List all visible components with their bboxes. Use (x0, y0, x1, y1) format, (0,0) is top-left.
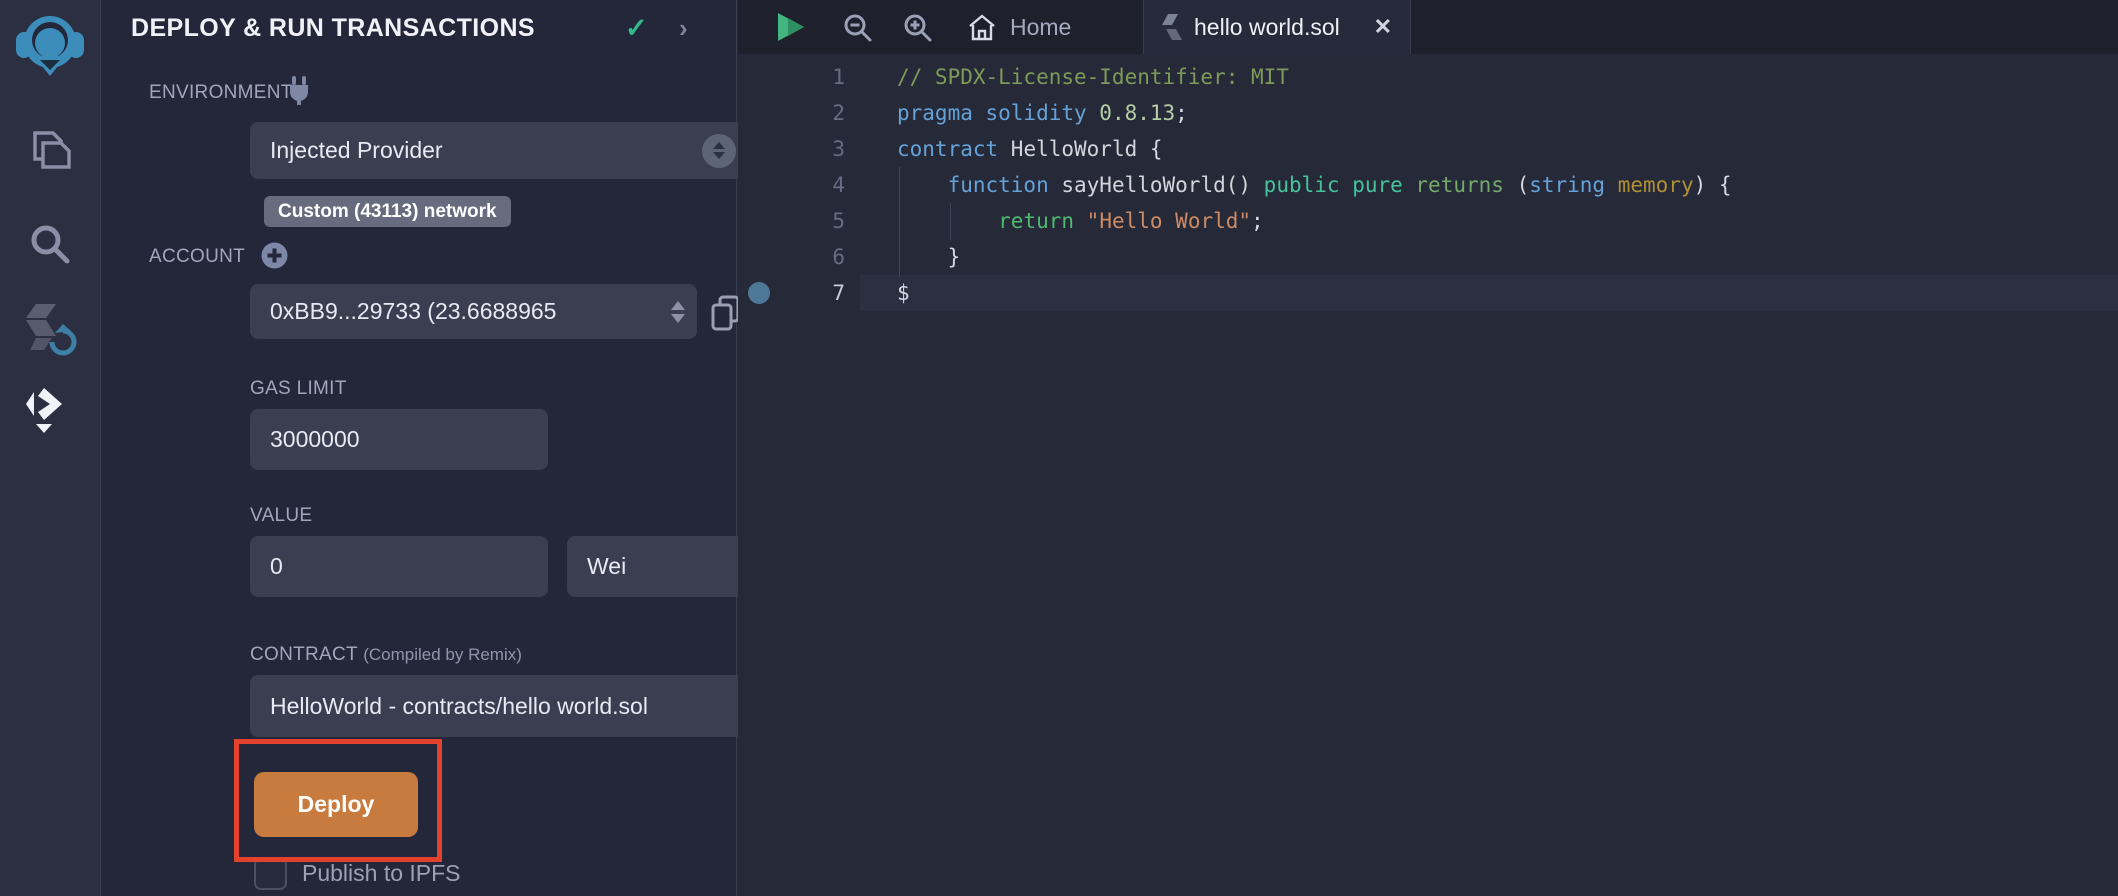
environment-caret-icon (702, 134, 736, 168)
line-number: 4 (790, 167, 860, 203)
code-line[interactable]: 3contract HelloWorld { (738, 131, 2118, 167)
code-editor: Home hello world.sol ✕ 1// SPDX-License-… (738, 0, 2118, 896)
close-tab-icon[interactable]: ✕ (1374, 14, 1392, 40)
account-spinner-icon (671, 301, 685, 323)
line-number: 5 (790, 203, 860, 239)
breakpoint-margin[interactable] (738, 203, 790, 239)
account-label: ACCOUNT (149, 246, 245, 268)
contract-note: (Compiled by Remix) (363, 645, 522, 664)
code-line[interactable]: 1// SPDX-License-Identifier: MIT (738, 59, 2118, 95)
contract-selected-value: HelloWorld - contracts/hello world.sol (270, 693, 648, 720)
code-text: // SPDX-License-Identifier: MIT (860, 59, 2118, 95)
environment-label: ENVIRONMENT (149, 82, 293, 104)
run-script-icon[interactable] (778, 13, 804, 41)
publish-ipfs-label: Publish to IPFS (302, 860, 461, 887)
line-number: 6 (790, 239, 860, 275)
breakpoint-margin[interactable] (738, 275, 790, 311)
account-select[interactable]: 0xBB9...29733 (23.6688965 (250, 284, 697, 339)
line-number: 2 (790, 95, 860, 131)
code-lines: 1// SPDX-License-Identifier: MIT2pragma … (738, 59, 2118, 311)
contract-label-row: CONTRACT (Compiled by Remix) (250, 644, 522, 666)
code-line[interactable]: 2pragma solidity 0.8.13; (738, 95, 2118, 131)
plug-icon (286, 76, 312, 106)
breakpoint-dot[interactable] (748, 282, 770, 304)
code-text: $ (860, 275, 2118, 311)
zoom-in-icon[interactable] (903, 13, 933, 43)
breakpoint-margin[interactable] (738, 239, 790, 275)
remix-logo[interactable] (0, 6, 100, 82)
value-unit: Wei (587, 553, 626, 580)
value-amount: 0 (270, 553, 283, 580)
indent-guide (899, 167, 900, 276)
add-account-icon[interactable] (261, 242, 288, 269)
breakpoint-margin[interactable] (738, 131, 790, 167)
tab-hello-world-sol[interactable]: hello world.sol ✕ (1143, 0, 1411, 54)
remix-ide-window: DEPLOY & RUN TRANSACTIONS ✓ › ENVIRONMEN… (0, 0, 2118, 896)
line-number: 1 (790, 59, 860, 95)
code-text: function sayHelloWorld() public pure ret… (860, 167, 2118, 203)
editor-tabbar: Home hello world.sol ✕ (738, 0, 2118, 54)
solidity-file-icon (1162, 13, 1182, 41)
code-line[interactable]: 7$ (738, 275, 2118, 311)
remix-logo-icon (14, 8, 86, 80)
breakpoint-margin[interactable] (738, 167, 790, 203)
deploy-button[interactable]: Deploy (254, 772, 418, 837)
tab-file-label: hello world.sol (1194, 14, 1340, 41)
code-line[interactable]: 6 } (738, 239, 2118, 275)
contract-select[interactable]: HelloWorld - contracts/hello world.sol (250, 675, 790, 737)
contract-label: CONTRACT (250, 644, 358, 665)
value-input[interactable]: 0 (250, 536, 548, 597)
account-selected-value: 0xBB9...29733 (23.6688965 (270, 298, 556, 325)
tab-home-label: Home (1010, 14, 1071, 41)
compile-success-check-icon: ✓ (625, 13, 648, 44)
tab-home[interactable]: Home (968, 0, 1071, 54)
code-text: pragma solidity 0.8.13; (860, 95, 2118, 131)
code-line[interactable]: 5 return "Hello World"; (738, 203, 2118, 239)
gas-limit-label: GAS LIMIT (250, 378, 347, 400)
value-label: VALUE (250, 505, 312, 527)
code-text: return "Hello World"; (860, 203, 2118, 239)
deploy-run-panel: DEPLOY & RUN TRANSACTIONS ✓ › ENVIRONMEN… (101, 0, 737, 896)
deploy-run-icon[interactable] (0, 382, 100, 438)
search-icon[interactable] (0, 216, 100, 272)
code-area[interactable]: 1// SPDX-License-Identifier: MIT2pragma … (738, 54, 2118, 896)
network-badge: Custom (43113) network (264, 196, 511, 227)
breakpoint-margin[interactable] (738, 59, 790, 95)
code-text: contract HelloWorld { (860, 131, 2118, 167)
panel-collapse-chevron-icon[interactable]: › (679, 13, 688, 44)
solidity-compiler-icon[interactable] (0, 296, 100, 360)
line-number: 7 (790, 275, 860, 311)
publish-ipfs-checkbox[interactable] (254, 857, 287, 890)
gas-limit-value: 3000000 (270, 426, 360, 453)
environment-select[interactable]: Injected Provider (250, 122, 750, 179)
home-icon (968, 14, 996, 41)
indent-guide (950, 203, 951, 240)
icon-rail (0, 0, 101, 896)
code-text: } (860, 239, 2118, 275)
file-explorer-icon[interactable] (0, 122, 100, 178)
breakpoint-margin[interactable] (738, 95, 790, 131)
panel-title: DEPLOY & RUN TRANSACTIONS (131, 14, 535, 43)
code-line[interactable]: 4 function sayHelloWorld() public pure r… (738, 167, 2118, 203)
zoom-out-icon[interactable] (843, 13, 873, 43)
gas-limit-input[interactable]: 3000000 (250, 409, 548, 470)
line-number: 3 (790, 131, 860, 167)
environment-selected-value: Injected Provider (270, 137, 443, 164)
